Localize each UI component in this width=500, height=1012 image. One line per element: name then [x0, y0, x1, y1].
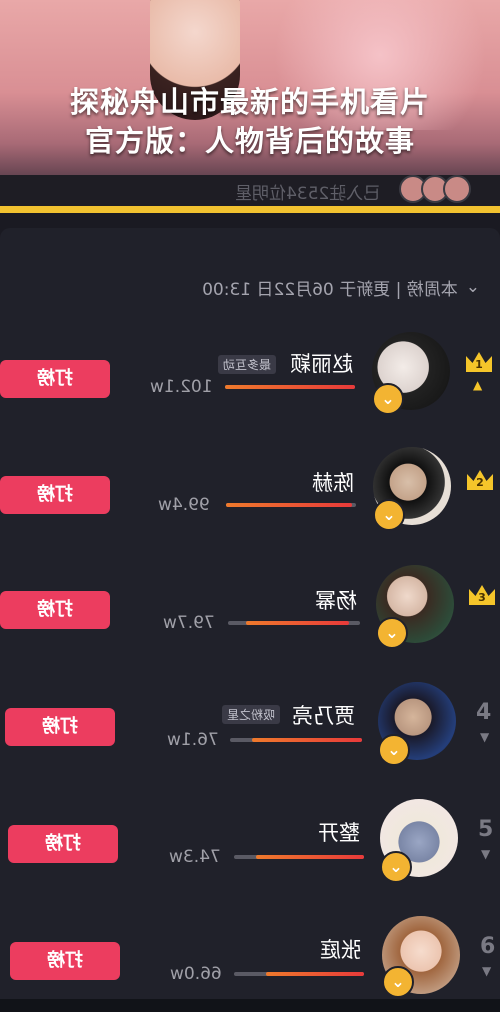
score: 76.1w — [167, 730, 219, 750]
star-name: 陈赫 — [312, 471, 354, 495]
crown-icon: 3 — [469, 585, 495, 605]
trend-down-icon: ▼ — [482, 964, 492, 978]
progress-fill — [246, 621, 349, 625]
vote-button[interactable]: 打榜 — [0, 591, 110, 629]
progress-fill — [225, 385, 355, 389]
vote-button[interactable]: 打榜 — [0, 476, 110, 514]
verified-chevron-icon: ⌄ — [372, 383, 404, 415]
verified-chevron-icon: ⌄ — [376, 617, 408, 649]
ranking-row-6: 打榜 66.0w 张庭 ⌄ 6 ▼ — [0, 902, 500, 1012]
page-title-line1: 探秘舟山市最新的手机看片 — [69, 85, 430, 119]
star-name: 张庭 — [320, 938, 362, 962]
crown-icon: 1 — [466, 352, 492, 372]
ranking-row-4: 打榜 76.1w 吸粉之星 贾乃亮 ⌄ 4 ▼ — [0, 668, 500, 778]
score: 66.0w — [170, 964, 222, 984]
ranking-row-5: 打榜 74.3w 整开 ⌄ 5 ▼ — [0, 785, 500, 895]
progress-fill — [252, 738, 362, 742]
status-badge: 吸粉之星 — [222, 705, 281, 724]
score: 74.3w — [169, 847, 221, 867]
score: 79.7w — [163, 613, 215, 633]
verified-chevron-icon: ⌄ — [373, 499, 405, 531]
score: 102.1w — [150, 377, 213, 397]
banner-faded-text: 已入驻2534位明星 — [235, 184, 381, 204]
vote-button[interactable]: 打榜 — [0, 360, 110, 398]
rank-number: 4 — [476, 700, 492, 725]
ranking-row-3: 打榜 79.7w 杨幂 ⌄ 3 — [0, 551, 500, 661]
progress-fill — [256, 855, 364, 859]
rank-number: 6 — [480, 934, 496, 959]
status-badge: 最多互动 — [218, 355, 277, 374]
verified-chevron-icon: ⌄ — [380, 851, 412, 883]
verified-chevron-icon: ⌄ — [382, 966, 414, 998]
star-name: 赵丽颖 — [290, 352, 353, 376]
vote-button[interactable]: 打榜 — [5, 708, 115, 746]
vote-button[interactable]: 打榜 — [10, 942, 120, 980]
progress-fill — [266, 972, 364, 976]
trend-down-icon: ▼ — [481, 847, 491, 861]
progress-bar — [225, 385, 355, 389]
crown-icon: 2 — [467, 470, 493, 490]
ranking-row-1: 打榜 102.1w 最多互动 赵丽颖 ⌄ 1 ▲ — [0, 315, 500, 425]
star-name: 杨幂 — [315, 589, 357, 613]
star-name: 贾乃亮 — [292, 704, 355, 728]
highlight-divider — [0, 206, 500, 213]
progress-bar — [226, 503, 356, 507]
avatar — [443, 175, 471, 203]
progress-bar — [230, 738, 362, 742]
progress-bar — [228, 621, 360, 625]
verified-chevron-icon: ⌄ — [378, 734, 410, 766]
chevron-down-icon[interactable]: ⌄ — [466, 277, 480, 297]
vote-button[interactable]: 打榜 — [8, 825, 118, 863]
ranking-header[interactable]: ⌄ 本周榜 | 更新于 06月22日 13:00 — [180, 262, 480, 312]
banner-footer: 已入驻2534位明星 — [0, 175, 500, 207]
score: 99.4w — [158, 495, 210, 515]
ranking-row-2: 打榜 99.4w 陈赫 ⌄ 2 — [0, 433, 500, 543]
ranking-header-text: 本周榜 | 更新于 06月22日 13:00 — [202, 279, 458, 300]
progress-bar — [234, 855, 364, 859]
avatar-stack — [399, 175, 471, 207]
progress-bar — [234, 972, 364, 976]
rank-number: 5 — [478, 817, 494, 842]
progress-fill — [226, 503, 352, 507]
trend-down-icon: ▼ — [480, 730, 490, 744]
star-name: 整开 — [318, 821, 360, 845]
page-title-line2: 官方版：人物背后的故事 — [84, 124, 415, 158]
trend-up-icon: ▲ — [473, 378, 483, 392]
